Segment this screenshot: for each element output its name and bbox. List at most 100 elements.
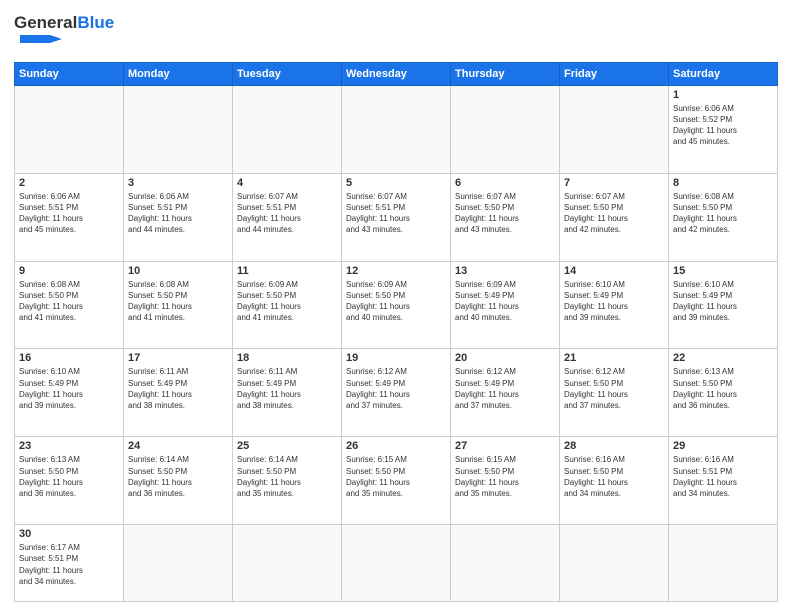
calendar-cell: 20 Sunrise: 6:12 AM Sunset: 5:49 PM Dayli… — [451, 349, 560, 437]
calendar-cell: 21 Sunrise: 6:12 AM Sunset: 5:50 PM Dayli… — [560, 349, 669, 437]
day-number: 2 — [19, 177, 119, 189]
day-number: 10 — [128, 265, 228, 277]
calendar-cell — [451, 85, 560, 173]
day-info: Sunrise: 6:07 AM Sunset: 5:51 PM Dayligh… — [346, 191, 446, 236]
calendar-cell: 18 Sunrise: 6:11 AM Sunset: 5:49 PM Dayli… — [233, 349, 342, 437]
day-number: 27 — [455, 440, 555, 452]
day-number: 22 — [673, 352, 773, 364]
page: GeneralBlue SundayMondayTuesdayWednesday… — [0, 0, 792, 612]
day-number: 21 — [564, 352, 664, 364]
calendar-cell: 25Sunrise: 6:14 AM Sunset: 5:50 PM Dayli… — [233, 437, 342, 525]
calendar-week-5: 30Sunrise: 6:17 AM Sunset: 5:51 PM Dayli… — [15, 525, 778, 602]
calendar-cell: 11 Sunrise: 6:09 AM Sunset: 5:50 PM Dayli… — [233, 261, 342, 349]
calendar-cell — [669, 525, 778, 602]
day-number: 11 — [237, 265, 337, 277]
day-info: Sunrise: 6:08 AM Sunset: 5:50 PM Dayligh… — [128, 279, 228, 324]
day-info: Sunrise: 6:15 AM Sunset: 5:50 PM Dayligh… — [346, 454, 446, 499]
day-info: Sunrise: 6:16 AM Sunset: 5:51 PM Dayligh… — [673, 454, 773, 499]
calendar-week-4: 23 Sunrise: 6:13 AM Sunset: 5:50 PM Dayli… — [15, 437, 778, 525]
logo-general: General — [14, 13, 77, 32]
calendar-cell: 6 Sunrise: 6:07 AM Sunset: 5:50 PM Daylig… — [451, 173, 560, 261]
day-number: 30 — [19, 528, 119, 540]
day-info: Sunrise: 6:10 AM Sunset: 5:49 PM Dayligh… — [564, 279, 664, 324]
day-info: Sunrise: 6:08 AM Sunset: 5:50 PM Dayligh… — [19, 279, 119, 324]
calendar-cell: 16 Sunrise: 6:10 AM Sunset: 5:49 PM Dayli… — [15, 349, 124, 437]
calendar-cell — [15, 85, 124, 173]
day-info: Sunrise: 6:12 AM Sunset: 5:49 PM Dayligh… — [455, 366, 555, 411]
day-number: 26 — [346, 440, 446, 452]
day-info: Sunrise: 6:12 AM Sunset: 5:50 PM Dayligh… — [564, 366, 664, 411]
day-number: 25 — [237, 440, 337, 452]
calendar-cell: 22 Sunrise: 6:13 AM Sunset: 5:50 PM Dayli… — [669, 349, 778, 437]
day-number: 20 — [455, 352, 555, 364]
calendar-cell: 23 Sunrise: 6:13 AM Sunset: 5:50 PM Dayli… — [15, 437, 124, 525]
day-number: 13 — [455, 265, 555, 277]
day-number: 7 — [564, 177, 664, 189]
day-number: 4 — [237, 177, 337, 189]
calendar-cell — [342, 85, 451, 173]
calendar-cell: 4 Sunrise: 6:07 AM Sunset: 5:51 PM Daylig… — [233, 173, 342, 261]
calendar-week-1: 2Sunrise: 6:06 AM Sunset: 5:51 PM Daylig… — [15, 173, 778, 261]
logo-icon — [14, 33, 62, 51]
calendar-cell: 15Sunrise: 6:10 AM Sunset: 5:49 PM Dayli… — [669, 261, 778, 349]
day-info: Sunrise: 6:12 AM Sunset: 5:49 PM Dayligh… — [346, 366, 446, 411]
calendar-cell: 28 Sunrise: 6:16 AM Sunset: 5:50 PM Dayli… — [560, 437, 669, 525]
weekday-header-saturday: Saturday — [669, 62, 778, 85]
calendar-cell: 26 Sunrise: 6:15 AM Sunset: 5:50 PM Dayli… — [342, 437, 451, 525]
header: GeneralBlue — [14, 10, 778, 56]
calendar-week-3: 16 Sunrise: 6:10 AM Sunset: 5:49 PM Dayli… — [15, 349, 778, 437]
day-info: Sunrise: 6:10 AM Sunset: 5:49 PM Dayligh… — [19, 366, 119, 411]
calendar-cell — [560, 525, 669, 602]
day-info: Sunrise: 6:09 AM Sunset: 5:50 PM Dayligh… — [346, 279, 446, 324]
calendar-cell — [124, 85, 233, 173]
calendar-cell: 19 Sunrise: 6:12 AM Sunset: 5:49 PM Dayli… — [342, 349, 451, 437]
day-info: Sunrise: 6:13 AM Sunset: 5:50 PM Dayligh… — [673, 366, 773, 411]
day-info: Sunrise: 6:07 AM Sunset: 5:50 PM Dayligh… — [564, 191, 664, 236]
day-info: Sunrise: 6:09 AM Sunset: 5:49 PM Dayligh… — [455, 279, 555, 324]
day-info: Sunrise: 6:06 AM Sunset: 5:52 PM Dayligh… — [673, 103, 773, 148]
day-number: 6 — [455, 177, 555, 189]
day-number: 8 — [673, 177, 773, 189]
calendar-cell: 24 Sunrise: 6:14 AM Sunset: 5:50 PM Dayli… — [124, 437, 233, 525]
weekday-header-friday: Friday — [560, 62, 669, 85]
day-number: 18 — [237, 352, 337, 364]
day-number: 1 — [673, 89, 773, 101]
calendar-week-2: 9Sunrise: 6:08 AM Sunset: 5:50 PM Daylig… — [15, 261, 778, 349]
day-number: 12 — [346, 265, 446, 277]
calendar-cell: 29Sunrise: 6:16 AM Sunset: 5:51 PM Dayli… — [669, 437, 778, 525]
day-number: 5 — [346, 177, 446, 189]
day-info: Sunrise: 6:07 AM Sunset: 5:50 PM Dayligh… — [455, 191, 555, 236]
calendar-cell: 27 Sunrise: 6:15 AM Sunset: 5:50 PM Dayli… — [451, 437, 560, 525]
weekday-header-tuesday: Tuesday — [233, 62, 342, 85]
calendar-cell: 3Sunrise: 6:06 AM Sunset: 5:51 PM Daylig… — [124, 173, 233, 261]
day-number: 17 — [128, 352, 228, 364]
calendar-cell — [233, 85, 342, 173]
logo: GeneralBlue — [14, 14, 114, 56]
calendar-week-0: 1 Sunrise: 6:06 AM Sunset: 5:52 PM Daylig… — [15, 85, 778, 173]
day-number: 16 — [19, 352, 119, 364]
day-info: Sunrise: 6:16 AM Sunset: 5:50 PM Dayligh… — [564, 454, 664, 499]
weekday-header-monday: Monday — [124, 62, 233, 85]
calendar-cell — [451, 525, 560, 602]
day-info: Sunrise: 6:13 AM Sunset: 5:50 PM Dayligh… — [19, 454, 119, 499]
calendar-cell: 1 Sunrise: 6:06 AM Sunset: 5:52 PM Daylig… — [669, 85, 778, 173]
day-number: 23 — [19, 440, 119, 452]
calendar-cell: 14Sunrise: 6:10 AM Sunset: 5:49 PM Dayli… — [560, 261, 669, 349]
day-info: Sunrise: 6:11 AM Sunset: 5:49 PM Dayligh… — [128, 366, 228, 411]
day-number: 28 — [564, 440, 664, 452]
day-number: 3 — [128, 177, 228, 189]
day-info: Sunrise: 6:09 AM Sunset: 5:50 PM Dayligh… — [237, 279, 337, 324]
calendar-table: SundayMondayTuesdayWednesdayThursdayFrid… — [14, 62, 778, 602]
day-info: Sunrise: 6:11 AM Sunset: 5:49 PM Dayligh… — [237, 366, 337, 411]
calendar-cell — [233, 525, 342, 602]
day-info: Sunrise: 6:15 AM Sunset: 5:50 PM Dayligh… — [455, 454, 555, 499]
day-info: Sunrise: 6:08 AM Sunset: 5:50 PM Dayligh… — [673, 191, 773, 236]
day-number: 19 — [346, 352, 446, 364]
day-info: Sunrise: 6:14 AM Sunset: 5:50 PM Dayligh… — [128, 454, 228, 499]
day-number: 24 — [128, 440, 228, 452]
calendar-cell: 2Sunrise: 6:06 AM Sunset: 5:51 PM Daylig… — [15, 173, 124, 261]
calendar-cell: 13 Sunrise: 6:09 AM Sunset: 5:49 PM Dayli… — [451, 261, 560, 349]
calendar-cell: 5 Sunrise: 6:07 AM Sunset: 5:51 PM Daylig… — [342, 173, 451, 261]
calendar-cell: 17 Sunrise: 6:11 AM Sunset: 5:49 PM Dayli… — [124, 349, 233, 437]
day-info: Sunrise: 6:07 AM Sunset: 5:51 PM Dayligh… — [237, 191, 337, 236]
